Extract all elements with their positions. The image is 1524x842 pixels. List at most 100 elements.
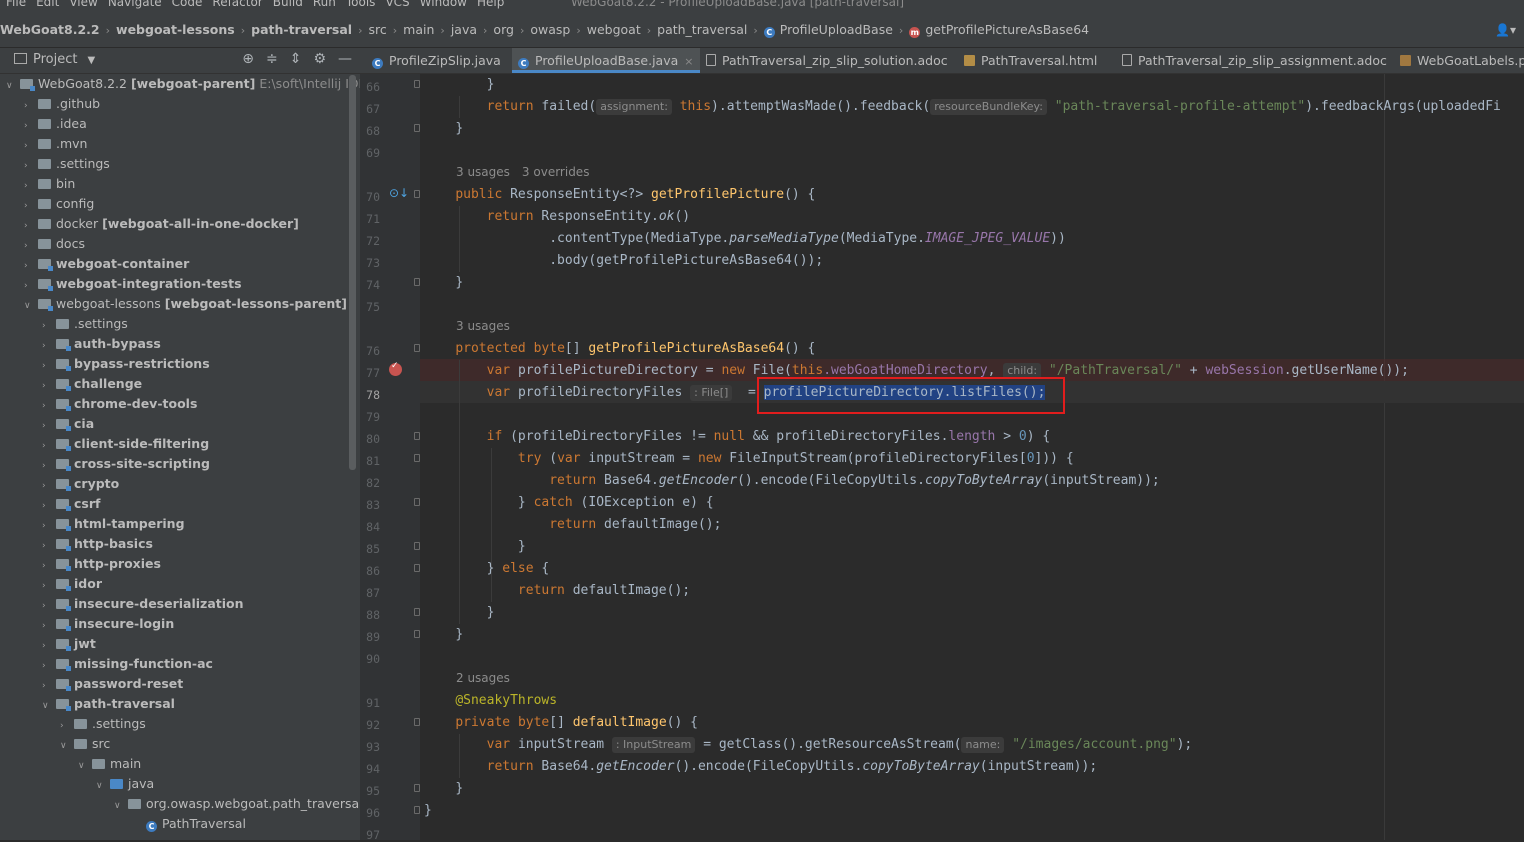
code-line-89[interactable]: } [424, 624, 463, 646]
menu-tools[interactable]: Tools [346, 0, 376, 9]
chevron-right-icon[interactable]: › [42, 316, 56, 336]
chevron-right-icon[interactable]: › [42, 656, 56, 676]
chevron-down-icon[interactable]: ∨ [42, 696, 56, 716]
chevron-right-icon[interactable]: › [42, 636, 56, 656]
code-line-71[interactable]: return ResponseEntity.ok() [424, 206, 691, 228]
chevron-down-icon[interactable]: ∨ [96, 776, 110, 796]
tree-item[interactable]: › insecure-login [0, 614, 360, 634]
code-line-86[interactable]: } else { [424, 558, 550, 580]
breadcrumb-item[interactable]: WebGoat8.2.2 [0, 22, 100, 37]
code-line-95[interactable]: } [424, 778, 463, 800]
chevron-right-icon[interactable]: › [42, 436, 56, 456]
tree-item[interactable]: › idor [0, 574, 360, 594]
tree-item[interactable]: ∨ org.owasp.webgoat.path_traversal [0, 794, 360, 814]
tree-item[interactable]: › docker [webgoat-all-in-one-docker] [0, 214, 360, 234]
chevron-right-icon[interactable]: › [42, 536, 56, 556]
chevron-right-icon[interactable]: › [42, 496, 56, 516]
chevron-right-icon[interactable]: › [42, 356, 56, 376]
tree-item[interactable]: ∨ src [0, 734, 360, 754]
fold-marker-icon[interactable] [414, 344, 420, 352]
tree-item[interactable]: › .github [0, 94, 360, 114]
tree-item[interactable]: › http-proxies [0, 554, 360, 574]
tree-item[interactable]: › config [0, 194, 360, 214]
chevron-right-icon[interactable]: › [42, 556, 56, 576]
code-line-96[interactable]: } [424, 800, 432, 822]
code-line-66[interactable]: } [424, 74, 495, 96]
menu-build[interactable]: Build [273, 0, 303, 9]
chevron-down-icon[interactable]: ∨ [6, 76, 20, 96]
close-icon[interactable]: × [684, 55, 693, 68]
code-line-83[interactable]: } catch (IOException e) { [424, 492, 714, 514]
code-vision-hint[interactable]: 2 usages [456, 671, 522, 685]
breakpoint-icon[interactable] [389, 361, 402, 376]
tree-item[interactable]: › bin [0, 174, 360, 194]
breadcrumb-item[interactable]: java [451, 22, 477, 37]
tree-item[interactable]: › csrf [0, 494, 360, 514]
chevron-right-icon[interactable]: › [42, 576, 56, 596]
chevron-down-icon[interactable]: ▼ [87, 55, 95, 66]
menu-help[interactable]: Help [477, 0, 504, 9]
tree-item[interactable]: ∨ path-traversal [0, 694, 360, 714]
tree-item[interactable]: ∨ webgoat-lessons [webgoat-lessons-parent… [0, 294, 360, 314]
menu-code[interactable]: Code [172, 0, 203, 9]
code-line-72[interactable]: .contentType(MediaType.parseMediaType(Me… [424, 228, 1066, 250]
code-line-80[interactable]: if (profileDirectoryFiles != null && pro… [424, 426, 1051, 448]
breadcrumb-item[interactable]: src [369, 22, 387, 37]
code-vision-hint[interactable]: 3 usages 3 overrides [456, 165, 601, 179]
chevron-right-icon[interactable]: › [42, 416, 56, 436]
breadcrumb-item[interactable]: org [493, 22, 514, 37]
fold-marker-icon[interactable] [414, 124, 420, 132]
chevron-right-icon[interactable]: › [24, 176, 38, 196]
fold-marker-icon[interactable] [414, 608, 420, 616]
code-line-68[interactable]: } [424, 118, 463, 140]
tab-pathtraversal-zip-slip-solution-adoc[interactable]: PathTraversal_zip_slip_solution.adoc [700, 48, 954, 73]
tree-item[interactable]: › webgoat-integration-tests [0, 274, 360, 294]
chevron-down-icon[interactable]: ∨ [114, 796, 128, 816]
fold-marker-icon[interactable] [414, 806, 420, 814]
fold-marker-icon[interactable] [414, 630, 420, 638]
code-line-74[interactable]: } [424, 272, 463, 294]
chevron-down-icon[interactable]: ∨ [78, 756, 92, 776]
tree-item[interactable]: › .settings [0, 314, 360, 334]
user-icon[interactable]: 👤▾ [1495, 23, 1516, 37]
chevron-right-icon[interactable]: › [24, 156, 38, 176]
breadcrumb-item[interactable]: m getProfilePictureAsBase64 [909, 22, 1089, 38]
fold-marker-icon[interactable] [414, 432, 420, 440]
tree-item[interactable]: › chrome-dev-tools [0, 394, 360, 414]
tree-item[interactable]: C PathTraversal [0, 814, 360, 834]
tree-item[interactable]: › bypass-restrictions [0, 354, 360, 374]
chevron-down-icon[interactable]: ∨ [24, 296, 38, 316]
fold-marker-icon[interactable] [414, 190, 420, 198]
fold-marker-icon[interactable] [414, 454, 420, 462]
menu-view[interactable]: View [69, 0, 97, 9]
code-line-73[interactable]: .body(getProfilePictureAsBase64()); [424, 250, 823, 272]
tree-item[interactable]: ∨ java [0, 774, 360, 794]
hide-icon[interactable]: — [338, 51, 352, 67]
chevron-right-icon[interactable]: › [24, 116, 38, 136]
code-line-88[interactable]: } [424, 602, 495, 624]
code-line-93[interactable]: var inputStream : InputStream = getClass… [424, 734, 1192, 756]
tree-item[interactable]: › crypto [0, 474, 360, 494]
breadcrumb-item[interactable]: webgoat [587, 22, 641, 37]
tree-item[interactable]: › .mvn [0, 134, 360, 154]
code-line-82[interactable]: return Base64.getEncoder().encode(FileCo… [424, 470, 1160, 492]
breadcrumb-item[interactable]: path_traversal [657, 22, 747, 37]
breadcrumb-item[interactable]: C ProfileUploadBase [763, 22, 893, 38]
gear-icon[interactable]: ⚙ [313, 51, 326, 67]
tree-item[interactable]: › .settings [0, 154, 360, 174]
tree-item[interactable]: › webgoat-container [0, 254, 360, 274]
tree-item[interactable]: ∨ main [0, 754, 360, 774]
code-line-92[interactable]: private byte[] defaultImage() { [424, 712, 698, 734]
chevron-right-icon[interactable]: › [24, 136, 38, 156]
tree-item[interactable]: › cia [0, 414, 360, 434]
code-line-70[interactable]: public ResponseEntity<?> getProfilePictu… [424, 184, 815, 206]
breadcrumb-item[interactable]: main [403, 22, 434, 37]
project-panel-title[interactable]: Project ▼ [14, 52, 95, 67]
chevron-right-icon[interactable]: › [24, 256, 38, 276]
tree-item[interactable]: › .settings [0, 714, 360, 734]
chevron-right-icon[interactable]: › [42, 476, 56, 496]
code-vision-hint[interactable]: 3 usages [456, 319, 522, 333]
code-line-85[interactable]: } [424, 536, 526, 558]
fold-marker-icon[interactable] [414, 498, 420, 506]
fold-marker-icon[interactable] [414, 564, 420, 572]
